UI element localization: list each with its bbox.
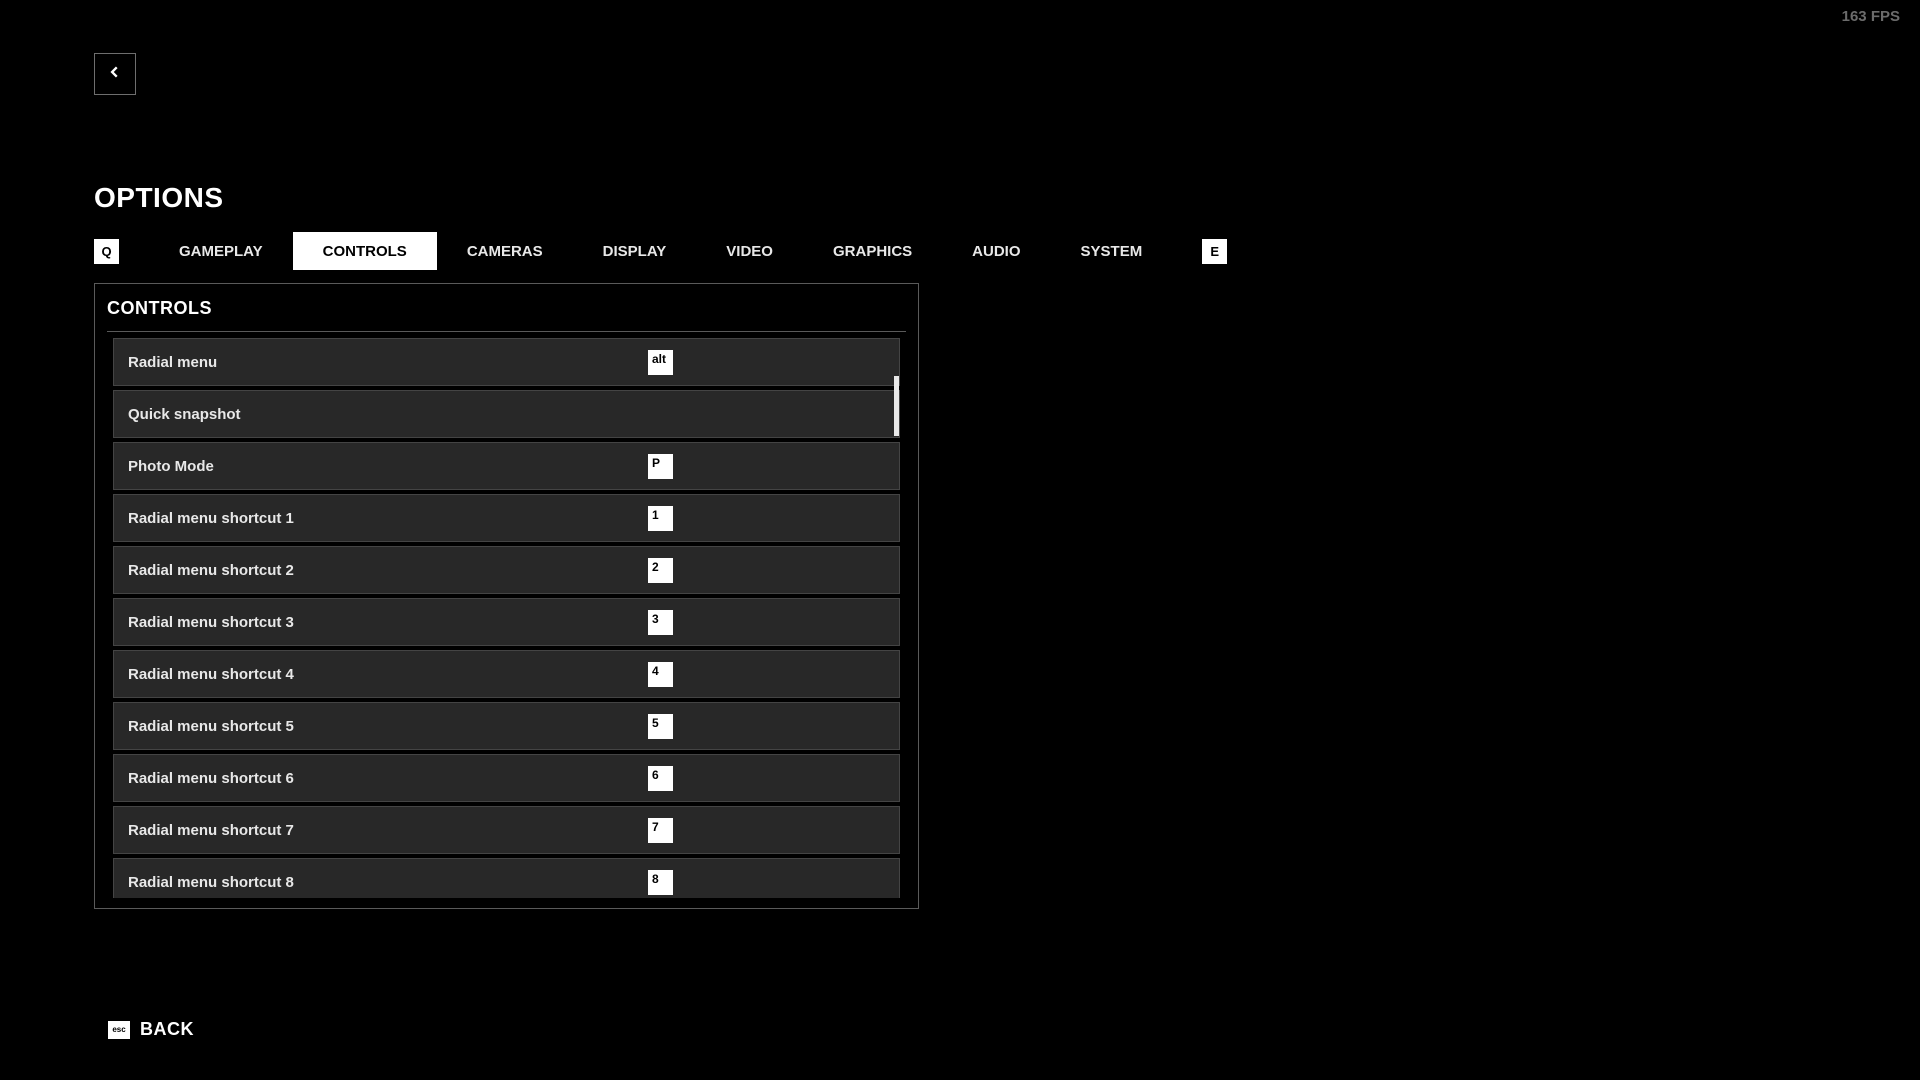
back-button[interactable]: esc BACK <box>108 1019 194 1040</box>
binding-label: Radial menu shortcut 2 <box>128 562 648 579</box>
tab-audio[interactable]: AUDIO <box>942 232 1050 270</box>
binding-key: 5 <box>648 714 673 739</box>
binding-row-radial-shortcut-3[interactable]: Radial menu shortcut 3 3 <box>113 598 900 646</box>
tab-video[interactable]: VIDEO <box>696 232 803 270</box>
binding-row-radial-shortcut-6[interactable]: Radial menu shortcut 6 6 <box>113 754 900 802</box>
binding-row-radial-shortcut-2[interactable]: Radial menu shortcut 2 2 <box>113 546 900 594</box>
fps-counter: 163 FPS <box>1842 8 1900 25</box>
tab-cameras[interactable]: CAMERAS <box>437 232 573 270</box>
binding-key: 1 <box>648 506 673 531</box>
binding-key: 4 <box>648 662 673 687</box>
tab-prev-key-hint: Q <box>94 239 119 264</box>
binding-key: 6 <box>648 766 673 791</box>
binding-row-radial-shortcut-7[interactable]: Radial menu shortcut 7 7 <box>113 806 900 854</box>
back-label: BACK <box>140 1019 194 1040</box>
binding-key: P <box>648 454 673 479</box>
binding-row-radial-shortcut-1[interactable]: Radial menu shortcut 1 1 <box>113 494 900 542</box>
binding-row-photo-mode[interactable]: Photo Mode P <box>113 442 900 490</box>
tab-next-key-hint: E <box>1202 239 1227 264</box>
back-arrow-button[interactable] <box>94 53 136 95</box>
binding-label: Radial menu shortcut 7 <box>128 822 648 839</box>
binding-row-radial-shortcut-4[interactable]: Radial menu shortcut 4 4 <box>113 650 900 698</box>
binding-label: Radial menu shortcut 4 <box>128 666 648 683</box>
binding-label: Photo Mode <box>128 458 648 475</box>
tab-bar: Q GAMEPLAY CONTROLS CAMERAS DISPLAY VIDE… <box>94 232 1227 270</box>
binding-label: Radial menu shortcut 8 <box>128 874 648 891</box>
binding-label: Quick snapshot <box>128 406 648 423</box>
binding-row-quick-snapshot[interactable]: Quick snapshot <box>113 390 900 438</box>
binding-key: alt <box>648 350 673 375</box>
scrollbar-thumb[interactable] <box>894 376 899 436</box>
binding-label: Radial menu shortcut 3 <box>128 614 648 631</box>
binding-label: Radial menu shortcut 1 <box>128 510 648 527</box>
binding-row-radial-menu[interactable]: Radial menu alt <box>113 338 900 386</box>
chevron-left-icon <box>108 65 122 84</box>
binding-key: 8 <box>648 870 673 895</box>
binding-label: Radial menu shortcut 6 <box>128 770 648 787</box>
binding-key: 7 <box>648 818 673 843</box>
binding-rows: Radial menu alt Quick snapshot Photo Mod… <box>113 338 900 898</box>
binding-label: Radial menu <box>128 354 648 371</box>
tab-system[interactable]: SYSTEM <box>1051 232 1173 270</box>
binding-row-radial-shortcut-8[interactable]: Radial menu shortcut 8 8 <box>113 858 900 898</box>
page-title: OPTIONS <box>94 182 224 214</box>
tab-graphics[interactable]: GRAPHICS <box>803 232 942 270</box>
binding-row-radial-shortcut-5[interactable]: Radial menu shortcut 5 5 <box>113 702 900 750</box>
controls-panel: CONTROLS Radial menu alt Quick snapshot … <box>94 283 919 909</box>
binding-label: Radial menu shortcut 5 <box>128 718 648 735</box>
esc-key-hint: esc <box>108 1021 130 1039</box>
tab-display[interactable]: DISPLAY <box>573 232 697 270</box>
tab-controls[interactable]: CONTROLS <box>293 232 437 270</box>
binding-key: 3 <box>648 610 673 635</box>
tab-gameplay[interactable]: GAMEPLAY <box>149 232 293 270</box>
divider <box>107 331 906 332</box>
panel-title: CONTROLS <box>107 298 900 319</box>
binding-key: 2 <box>648 558 673 583</box>
